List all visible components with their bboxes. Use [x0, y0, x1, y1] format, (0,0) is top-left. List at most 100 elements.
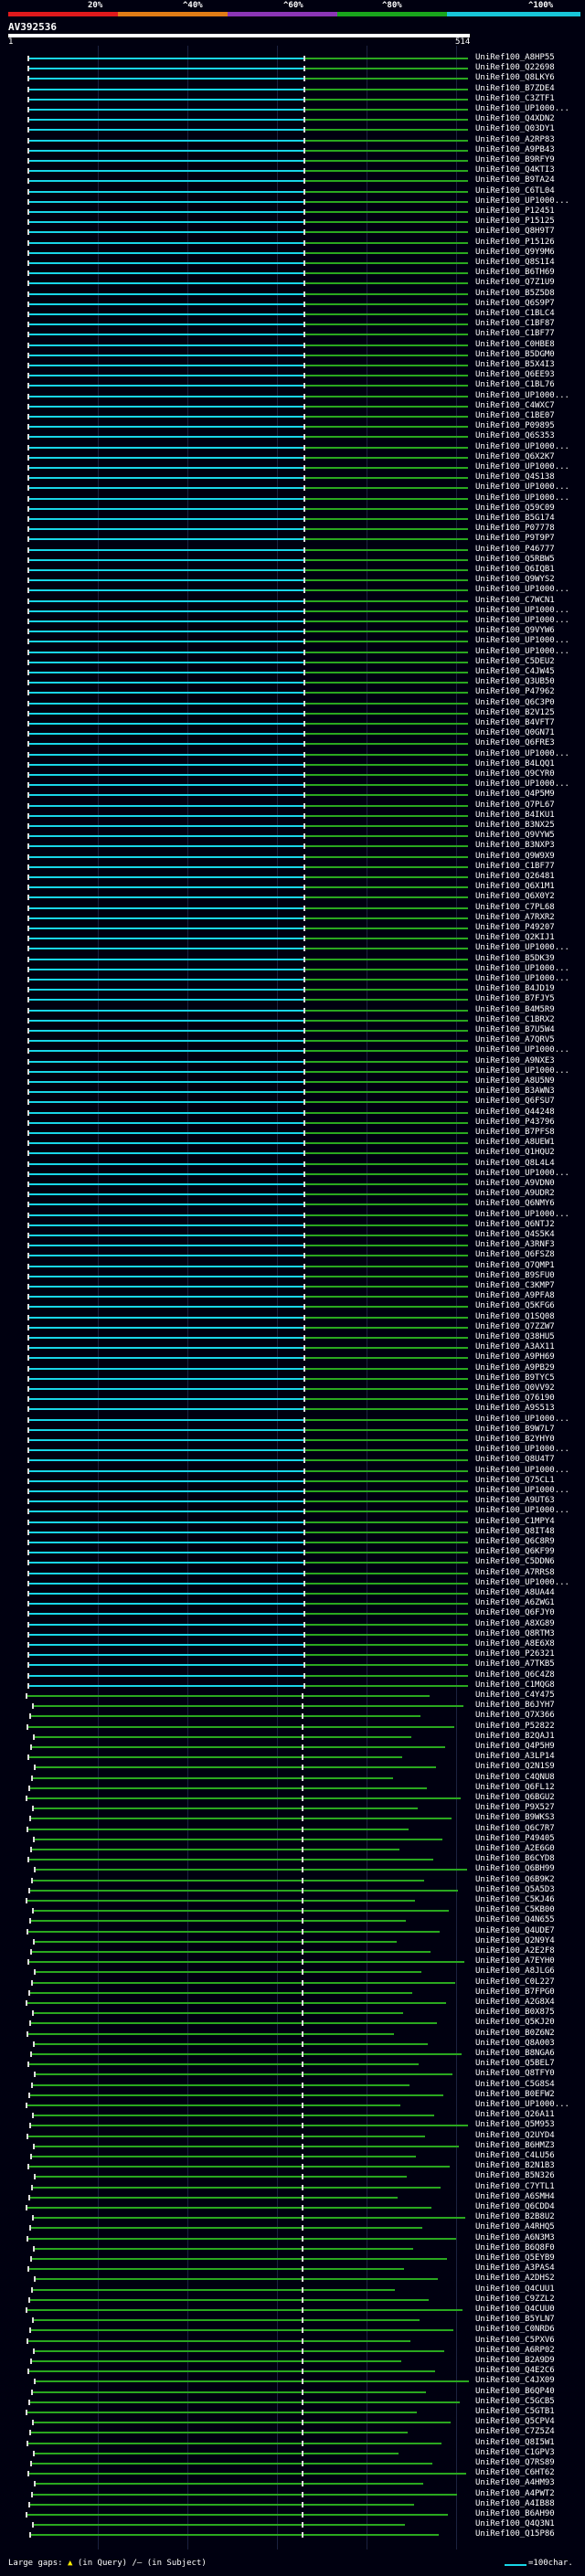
hit-label[interactable]: UniRef100_A3AX11	[475, 1342, 555, 1352]
hit-row[interactable]: UniRef100_Q76190	[0, 1394, 585, 1404]
hit-row[interactable]: UniRef100_P12451	[0, 207, 585, 217]
hit-row[interactable]: UniRef100_A2E2F8	[0, 1946, 585, 1956]
hit-row[interactable]: UniRef100_Q6C8R9	[0, 1537, 585, 1547]
hit-row[interactable]: UniRef100_B0EFW2	[0, 2090, 585, 2100]
hit-label[interactable]: UniRef100_UP1000...	[475, 391, 569, 401]
hit-label[interactable]: UniRef100_Q44248	[475, 1108, 555, 1118]
hit-label[interactable]: UniRef100_P12451	[475, 207, 555, 217]
hit-label[interactable]: UniRef100_B0EFW2	[475, 2090, 555, 2100]
hit-label[interactable]: UniRef100_B6HMZ3	[475, 2141, 555, 2151]
hit-row[interactable]: UniRef100_Q7X366	[0, 1711, 585, 1721]
hit-row[interactable]: UniRef100_Q4Q3N1	[0, 2519, 585, 2529]
hit-row[interactable]: UniRef100_B3AWN3	[0, 1087, 585, 1097]
hit-label[interactable]: UniRef100_Q4S5K4	[475, 1230, 555, 1240]
hit-label[interactable]: UniRef100_Q5A5D3	[475, 1885, 555, 1895]
hit-row[interactable]: UniRef100_Q4UDE7	[0, 1926, 585, 1936]
hit-label[interactable]: UniRef100_Q9VYW5	[475, 831, 555, 841]
hit-label[interactable]: UniRef100_B5X4I3	[475, 360, 555, 370]
hit-row[interactable]: UniRef100_UP1000...	[0, 442, 585, 452]
hit-row[interactable]: UniRef100_UP1000...	[0, 647, 585, 657]
hit-row[interactable]: UniRef100_UP1000...	[0, 2100, 585, 2110]
hit-label[interactable]: UniRef100_C7Z5Z4	[475, 2427, 555, 2437]
hit-label[interactable]: UniRef100_Q6FSU7	[475, 1097, 555, 1107]
hit-row[interactable]: UniRef100_B9TA24	[0, 175, 585, 186]
hit-row[interactable]: UniRef100_A8UEW1	[0, 1138, 585, 1148]
hit-label[interactable]: UniRef100_Q22698	[475, 63, 555, 73]
hit-row[interactable]: UniRef100_Q6B9K2	[0, 1875, 585, 1885]
hit-row[interactable]: UniRef100_B9SFU0	[0, 1271, 585, 1281]
hit-row[interactable]: UniRef100_Q59C09	[0, 504, 585, 514]
hit-label[interactable]: UniRef100_Q9Y9M6	[475, 248, 555, 258]
hit-label[interactable]: UniRef100_B5N326	[475, 2171, 555, 2181]
hit-label[interactable]: UniRef100_C4QNU8	[475, 1773, 555, 1783]
hit-label[interactable]: UniRef100_Q4N655	[475, 1915, 555, 1925]
hit-label[interactable]: UniRef100_Q6IQB1	[475, 565, 555, 575]
hit-row[interactable]: UniRef100_Q8TFY0	[0, 2069, 585, 2079]
hit-label[interactable]: UniRef100_B4JD19	[475, 984, 555, 994]
hit-row[interactable]: UniRef100_P47962	[0, 687, 585, 697]
hit-row[interactable]: UniRef100_Q8L4L4	[0, 1159, 585, 1169]
hit-row[interactable]: UniRef100_Q6KF99	[0, 1547, 585, 1557]
hit-row[interactable]: UniRef100_C1BRX2	[0, 1015, 585, 1025]
hit-row[interactable]: UniRef100_A2G8X4	[0, 1998, 585, 2008]
hit-label[interactable]: UniRef100_Q5KFG6	[475, 1301, 555, 1311]
hit-label[interactable]: UniRef100_B9RFY9	[475, 155, 555, 165]
hit-row[interactable]: UniRef100_C7WCN1	[0, 596, 585, 606]
hit-row[interactable]: UniRef100_A2RP83	[0, 135, 585, 145]
hit-label[interactable]: UniRef100_A9PB29	[475, 1363, 555, 1373]
hit-label[interactable]: UniRef100_B0X875	[475, 2008, 555, 2018]
hit-row[interactable]: UniRef100_C0L227	[0, 1977, 585, 1988]
hit-label[interactable]: UniRef100_A3LP14	[475, 1752, 555, 1762]
hit-row[interactable]: UniRef100_C4JW45	[0, 667, 585, 677]
hit-row[interactable]: UniRef100_B8NGA6	[0, 2049, 585, 2059]
hit-row[interactable]: UniRef100_Q2UYD4	[0, 2131, 585, 2141]
hit-row[interactable]: UniRef100_Q4S138	[0, 472, 585, 482]
hit-label[interactable]: UniRef100_Q1SQ08	[475, 1312, 555, 1322]
hit-row[interactable]: UniRef100_Q5M953	[0, 2120, 585, 2130]
hit-label[interactable]: UniRef100_Q1HQU2	[475, 1148, 555, 1158]
hit-label[interactable]: UniRef100_Q6NMY6	[475, 1199, 555, 1209]
hit-row[interactable]: UniRef100_Q5CPV4	[0, 2417, 585, 2427]
hit-row[interactable]: UniRef100_Q4CUU0	[0, 2305, 585, 2315]
hit-label[interactable]: UniRef100_B3AWN3	[475, 1087, 555, 1097]
hit-row[interactable]: UniRef100_A8HP55	[0, 53, 585, 63]
hit-label[interactable]: UniRef100_C1BL76	[475, 380, 555, 390]
hit-row[interactable]: UniRef100_C0HBE8	[0, 340, 585, 350]
hit-label[interactable]: UniRef100_B5DK39	[475, 954, 555, 964]
hit-label[interactable]: UniRef100_A8HP55	[475, 53, 555, 63]
hit-label[interactable]: UniRef100_A7QRV5	[475, 1035, 555, 1045]
hit-row[interactable]: UniRef100_Q6IQB1	[0, 565, 585, 575]
hit-row[interactable]: UniRef100_UP1000...	[0, 1066, 585, 1076]
hit-row[interactable]: UniRef100_Q6C3P0	[0, 698, 585, 708]
hit-label[interactable]: UniRef100_C7PL68	[475, 903, 555, 913]
hit-label[interactable]: UniRef100_Q4KTI3	[475, 165, 555, 175]
hit-row[interactable]: UniRef100_B0X875	[0, 2008, 585, 2018]
hit-label[interactable]: UniRef100_UP1000...	[475, 196, 569, 207]
hit-row[interactable]: UniRef100_UP1000...	[0, 974, 585, 984]
hit-label[interactable]: UniRef100_Q4E2C6	[475, 2366, 555, 2376]
hit-label[interactable]: UniRef100_UP1000...	[475, 749, 569, 759]
hit-label[interactable]: UniRef100_A9S513	[475, 1404, 555, 1414]
hit-row[interactable]: UniRef100_C3ZTF1	[0, 94, 585, 104]
hit-row[interactable]: UniRef100_A8UA44	[0, 1588, 585, 1598]
hit-label[interactable]: UniRef100_Q2N9Y4	[475, 1936, 555, 1946]
hit-label[interactable]: UniRef100_UP1000...	[475, 964, 569, 974]
hit-label[interactable]: UniRef100_B9W7L7	[475, 1425, 555, 1435]
hit-label[interactable]: UniRef100_Q75CL1	[475, 1476, 555, 1486]
hit-label[interactable]: UniRef100_P49207	[475, 923, 555, 933]
hit-label[interactable]: UniRef100_Q6BGU2	[475, 1793, 555, 1803]
hit-label[interactable]: UniRef100_UP1000...	[475, 1415, 569, 1425]
hit-label[interactable]: UniRef100_Q7QMP1	[475, 1261, 555, 1271]
hit-label[interactable]: UniRef100_B6CYD8	[475, 1854, 555, 1864]
hit-row[interactable]: UniRef100_UP1000...	[0, 585, 585, 595]
hit-label[interactable]: UniRef100_B7ZDE4	[475, 84, 555, 94]
hit-label[interactable]: UniRef100_A7RRS8	[475, 1568, 555, 1578]
hit-label[interactable]: UniRef100_Q8A003	[475, 2039, 555, 2049]
hit-label[interactable]: UniRef100_C5DEU2	[475, 657, 555, 667]
hit-row[interactable]: UniRef100_UP1000...	[0, 493, 585, 504]
hit-label[interactable]: UniRef100_Q7Z1U9	[475, 278, 555, 288]
hit-label[interactable]: UniRef100_C0NRD6	[475, 2325, 555, 2335]
hit-label[interactable]: UniRef100_B7FPG0	[475, 1988, 555, 1998]
hit-row[interactable]: UniRef100_B9TYC5	[0, 1373, 585, 1383]
hit-row[interactable]: UniRef100_B6CYD8	[0, 1854, 585, 1864]
